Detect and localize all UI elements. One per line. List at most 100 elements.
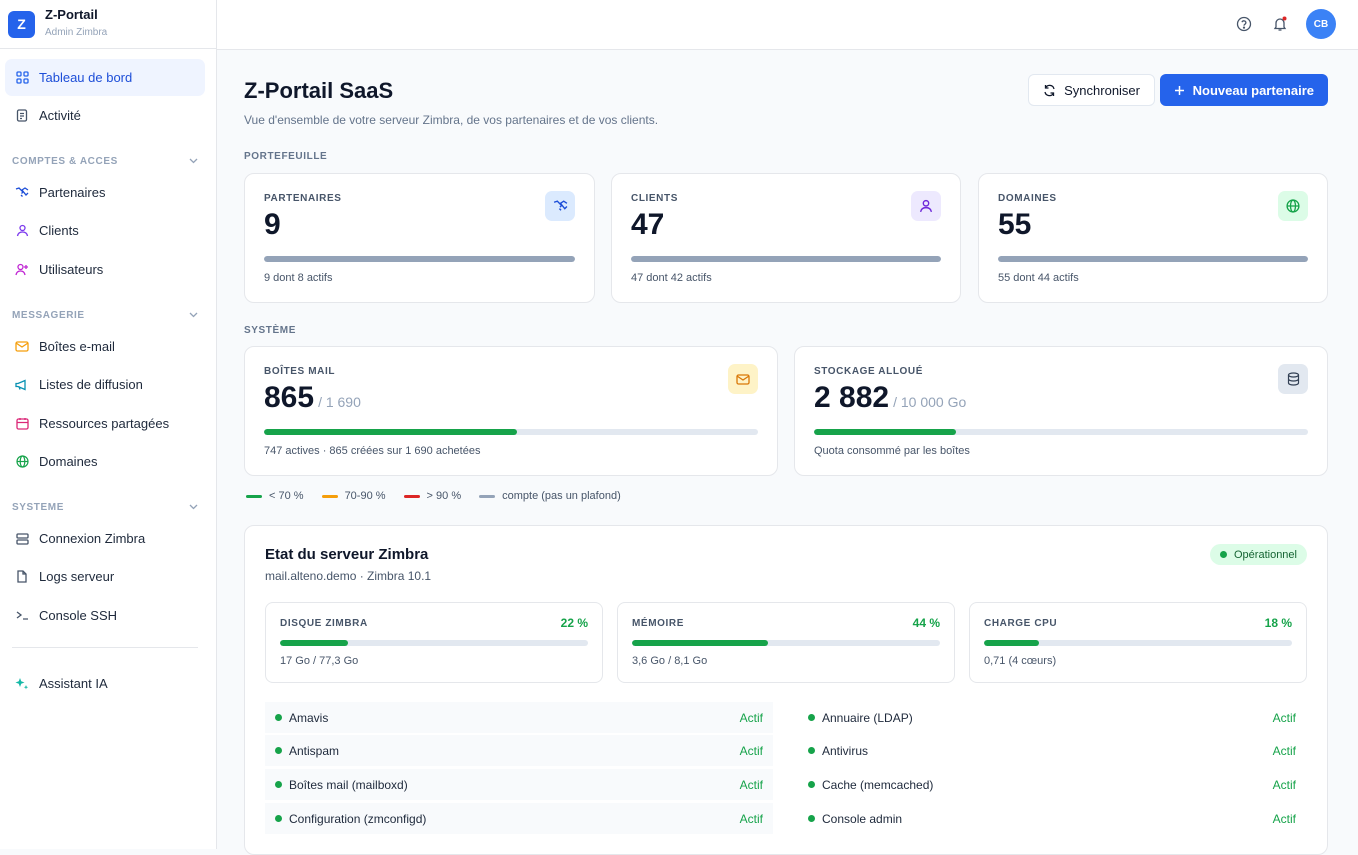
card-bar (814, 429, 1308, 435)
sidebar-item-label: Partenaires (39, 185, 106, 200)
globe-icon (1278, 191, 1308, 221)
partners-card[interactable]: PARTENAIRES 9 9 dont 8 actifs (244, 173, 595, 303)
sidebar-item-label: Clients (39, 223, 79, 238)
section-mail[interactable]: MESSAGERIE (12, 310, 198, 321)
server-subtitle: mail.alteno.demo · Zimbra 10.1 (265, 569, 432, 583)
server-title: Etat du serveur Zimbra (265, 546, 429, 563)
sidebar-item-label: Domaines (39, 454, 98, 469)
globe-icon (15, 455, 29, 469)
sidebar-item-label: Activité (39, 108, 81, 123)
service-row: Console admin Actif (798, 803, 1306, 834)
sidebar-item-clients[interactable]: Clients (5, 212, 205, 249)
sidebar-item-mailboxes[interactable]: Boîtes e-mail (5, 328, 205, 365)
legend-green: < 70 % (246, 490, 304, 502)
metric-foot: 0,71 (4 cœurs) (984, 655, 1057, 667)
service-row: Antispam Actif (265, 735, 773, 766)
portfolio-label: PORTEFEUILLE (244, 151, 328, 162)
card-foot: 9 dont 8 actifs (264, 272, 333, 284)
sidebar-item-partners[interactable]: Partenaires (5, 174, 205, 211)
sidebar-item-dashboard[interactable]: Tableau de bord (5, 59, 205, 96)
sidebar-divider (12, 647, 198, 648)
sidebar-item-label: Listes de diffusion (39, 377, 143, 392)
metric-percent: 22 % (560, 616, 588, 630)
legend-orange: 70-90 % (321, 490, 386, 502)
plus-icon (1174, 85, 1185, 96)
metric-label: DISQUE ZIMBRA (280, 618, 368, 629)
user-plus-icon (15, 263, 29, 277)
section-accounts[interactable]: COMPTES & ACCES (12, 156, 198, 167)
metric-bar (280, 640, 588, 646)
clients-card[interactable]: CLIENTS 47 47 dont 42 actifs (611, 173, 961, 303)
mailboxes-card[interactable]: BOÎTES MAIL 865/ 1 690 747 actives · 865… (244, 346, 778, 476)
service-row: Boîtes mail (mailboxd) Actif (265, 769, 773, 800)
brand-subtitle: Admin Zimbra (45, 26, 108, 38)
sidebar-item-label: Ressources partagées (39, 416, 170, 431)
service-row: Configuration (zmconfigd) Actif (265, 803, 773, 834)
storage-card[interactable]: STOCKAGE ALLOUÉ 2 882/ 10 000 Go Quota c… (794, 346, 1328, 476)
mail-icon (15, 340, 29, 354)
legend: < 70 % 70-90 % > 90 % compte (pas un pla… (246, 490, 621, 502)
sidebar-item-label: Boîtes e-mail (39, 339, 115, 354)
sidebar-item-users[interactable]: Utilisateurs (5, 251, 205, 288)
mail-icon (728, 364, 758, 394)
section-label: COMPTES & ACCES (12, 156, 118, 167)
card-label: PARTENAIRES (264, 193, 342, 204)
brand-logo: Z (8, 10, 35, 38)
sidebar-item-activity[interactable]: Activité (5, 97, 205, 134)
metric-bar (632, 640, 940, 646)
brand[interactable]: Z Z-Portail Admin Zimbra (0, 0, 216, 49)
sidebar-item-domains[interactable]: Domaines (5, 443, 205, 480)
chevron-down-icon (189, 502, 198, 513)
card-bar (264, 256, 575, 262)
card-value: 865/ 1 690 (264, 381, 361, 414)
section-system[interactable]: SYSTEME (12, 502, 198, 513)
topbar: CB (217, 0, 1358, 50)
sidebar-item-label: Assistant IA (39, 676, 108, 691)
service-row: Amavis Actif (265, 702, 773, 733)
handshake-icon (15, 186, 29, 200)
metric-foot: 17 Go / 77,3 Go (280, 655, 359, 667)
avatar[interactable]: CB (1306, 9, 1336, 39)
sidebar-item-zimbra-connection[interactable]: Connexion Zimbra (5, 520, 205, 557)
card-foot: 55 dont 44 actifs (998, 272, 1079, 284)
user-icon (15, 224, 29, 238)
card-foot: Quota consommé par les boîtes (814, 445, 970, 457)
domains-card[interactable]: DOMAINES 55 55 dont 44 actifs (978, 173, 1328, 303)
memory-metric: MÉMOIRE 44 % 3,6 Go / 8,1 Go (617, 602, 955, 683)
sidebar-item-label: Console SSH (39, 608, 118, 623)
card-value: 47 (631, 208, 665, 241)
help-icon[interactable] (1236, 16, 1254, 34)
document-icon (15, 109, 29, 123)
card-foot: 747 actives · 865 créées sur 1 690 achet… (264, 445, 481, 457)
server-icon (15, 532, 29, 546)
new-partner-button[interactable]: Nouveau partenaire (1159, 74, 1328, 106)
user-icon (911, 191, 941, 221)
bell-icon[interactable] (1272, 16, 1290, 34)
sync-button[interactable]: Synchroniser (1028, 74, 1155, 106)
page-subtitle: Vue d'ensemble de votre serveur Zimbra, … (244, 113, 659, 127)
section-label: SYSTEME (12, 502, 64, 513)
card-bar (998, 256, 1308, 262)
sidebar-item-ssh[interactable]: Console SSH (5, 597, 205, 634)
calendar-icon (15, 417, 29, 431)
metric-label: CHARGE CPU (984, 618, 1058, 629)
new-partner-label: Nouveau partenaire (1192, 82, 1314, 98)
card-foot: 47 dont 42 actifs (631, 272, 712, 284)
disk-metric: DISQUE ZIMBRA 22 % 17 Go / 77,3 Go (265, 602, 603, 683)
brand-title: Z-Portail (45, 6, 98, 22)
handshake-icon (545, 191, 575, 221)
page-title: Z-Portail SaaS (244, 78, 394, 103)
sidebar-item-resources[interactable]: Ressources partagées (5, 405, 205, 442)
chevron-down-icon (189, 310, 198, 321)
sidebar-item-lists[interactable]: Listes de diffusion (5, 366, 205, 403)
system-label: SYSTÈME (244, 325, 296, 336)
metric-foot: 3,6 Go / 8,1 Go (632, 655, 708, 667)
metric-percent: 18 % (1264, 616, 1292, 630)
sidebar-item-label: Connexion Zimbra (39, 531, 146, 546)
megaphone-icon (15, 378, 29, 392)
card-label: STOCKAGE ALLOUÉ (814, 366, 924, 377)
sidebar-item-assistant[interactable]: Assistant IA (5, 665, 205, 702)
sidebar-item-logs[interactable]: Logs serveur (5, 558, 205, 595)
sidebar: Z Z-Portail Admin Zimbra Tableau de bord… (0, 0, 217, 849)
card-label: BOÎTES MAIL (264, 366, 336, 377)
